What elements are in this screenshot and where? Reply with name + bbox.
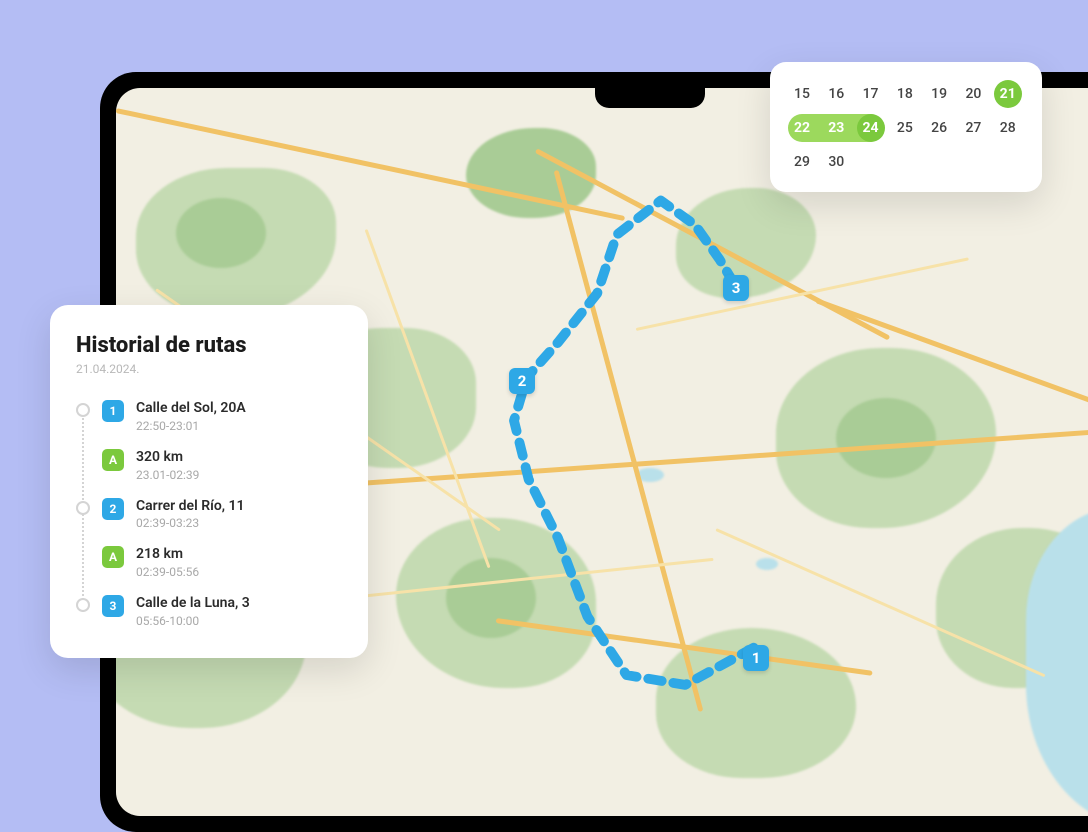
calendar-day[interactable]: 25 [891,114,919,142]
calendar-day[interactable]: 16 [822,80,850,108]
map-stop-marker[interactable]: 2 [509,368,535,394]
terrain-forest [836,398,936,478]
step-time-range: 02:39-05:56 [136,565,342,579]
timeline-dot [76,598,90,612]
step-label: Calle del Sol, 20A [136,400,342,417]
calendar-day[interactable]: 21 [994,80,1022,108]
auto-segment-badge: A [102,449,124,471]
map-stop-marker[interactable]: 1 [743,645,769,671]
step-time-range: 22:50-23:01 [136,419,342,433]
route-history-title: Historial de rutas [76,333,342,358]
calendar-day[interactable]: 26 [925,114,953,142]
timeline-step[interactable]: A 320 km 23.01-02:39 [76,441,342,490]
timeline-dot [76,501,90,515]
timeline-spacer [76,549,90,563]
route-timeline: 1 Calle del Sol, 20A 22:50-23:01 A 320 km 23.… [76,392,342,636]
timeline-dot [76,403,90,417]
timeline-spacer [76,452,90,466]
calendar-day[interactable]: 27 [959,114,987,142]
step-label: Calle de la Luna, 3 [136,595,342,612]
calendar-day[interactable]: 18 [891,80,919,108]
terrain-forest [176,198,266,268]
step-time-range: 23.01-02:39 [136,468,342,482]
calendar-day[interactable]: 30 [822,148,850,176]
calendar-day[interactable]: 19 [925,80,953,108]
date-picker-card: 15161718192021222324252627282930 [770,62,1042,192]
calendar-day[interactable]: 17 [857,80,885,108]
stop-number-badge: 1 [102,400,124,422]
stop-number-badge: 2 [102,498,124,520]
step-label: 218 km [136,546,342,563]
timeline-step[interactable]: 3 Calle de la Luna, 3 05:56-10:00 [76,587,342,636]
timeline-step[interactable]: A 218 km 02:39-05:56 [76,538,342,587]
calendar-day[interactable]: 28 [994,114,1022,142]
step-time-range: 05:56-10:00 [136,614,342,628]
calendar-day[interactable]: 15 [788,80,816,108]
route-history-card: Historial de rutas 21.04.2024. 1 Calle de… [50,305,368,658]
step-label: 320 km [136,449,342,466]
calendar-day[interactable]: 29 [788,148,816,176]
stop-number-badge: 3 [102,595,124,617]
calendar-day[interactable]: 20 [959,80,987,108]
calendar-grid: 15161718192021222324252627282930 [788,80,1024,176]
route-history-date: 21.04.2024. [76,362,342,376]
timeline-step[interactable]: 2 Carrer del Río, 1102:39-03:23 [76,490,342,539]
tablet-notch [595,88,705,108]
map-stop-marker[interactable]: 3 [723,275,749,301]
step-label: Carrer del Río, 11 [136,498,342,515]
calendar-day[interactable]: 22 [788,114,816,142]
calendar-day[interactable]: 24 [857,114,885,142]
lake [756,558,778,570]
step-time-range: 02:39-03:23 [136,516,342,530]
timeline-step[interactable]: 1 Calle del Sol, 20A 22:50-23:01 [76,392,342,441]
auto-segment-badge: A [102,546,124,568]
